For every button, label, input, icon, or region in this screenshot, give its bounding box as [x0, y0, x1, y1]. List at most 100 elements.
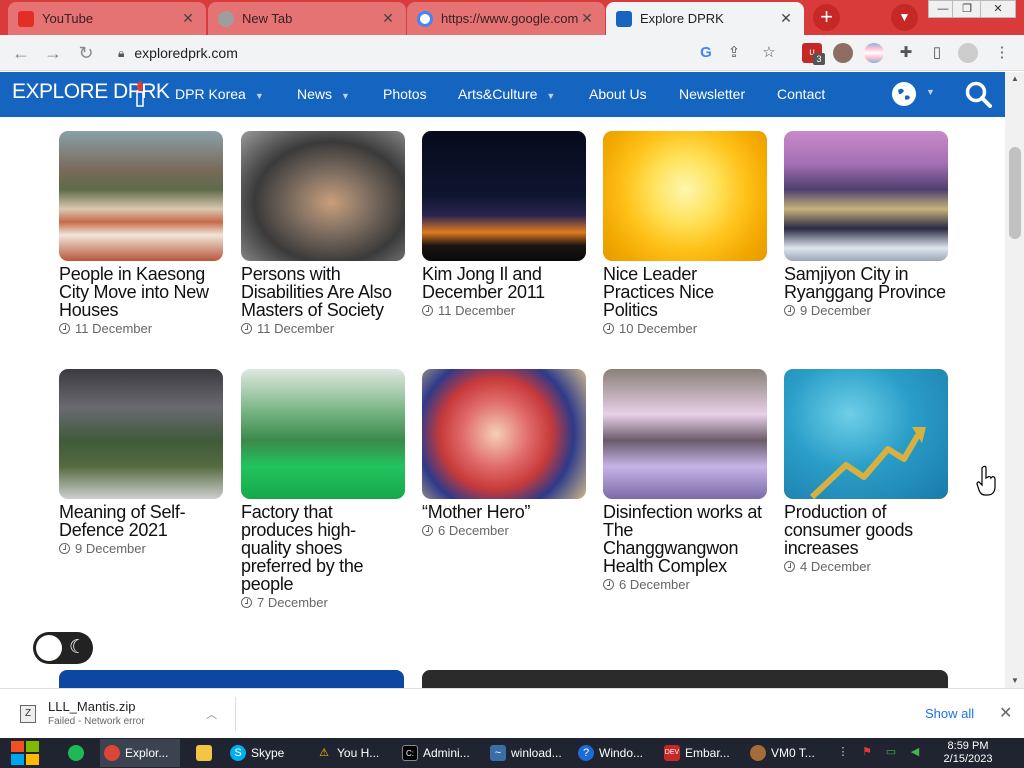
featured-block-dark[interactable] — [422, 670, 948, 688]
profile-extension-icon[interactable] — [833, 43, 853, 63]
article-card[interactable]: “Mother Hero” 6 December — [422, 369, 586, 538]
chevron-up-icon[interactable]: ︿ — [206, 706, 217, 722]
tray-overflow-icon[interactable]: ⋮ — [836, 745, 850, 759]
bookmark-star-icon[interactable]: ☆ — [759, 43, 779, 63]
article-thumbnail[interactable] — [603, 131, 767, 261]
nav-photos[interactable]: Photos — [383, 86, 427, 102]
reload-button[interactable]: ↻ — [74, 41, 98, 65]
forward-button[interactable]: → — [41, 41, 65, 65]
article-thumbnail[interactable] — [784, 369, 948, 499]
windows-start-icon[interactable] — [9, 738, 43, 768]
profile-avatar-icon[interactable] — [958, 43, 978, 63]
article-title[interactable]: Production of consumer goods increases — [784, 503, 948, 557]
chrome-menu-icon[interactable]: ⋮ — [992, 43, 1012, 63]
nav-newsletter[interactable]: Newsletter — [679, 86, 745, 102]
extensions-puzzle-icon[interactable]: ✚ — [896, 43, 916, 63]
article-title[interactable]: “Mother Hero” — [422, 503, 586, 521]
taskbar-embarcadero[interactable]: DEV Embar... — [660, 739, 742, 767]
maximize-button[interactable]: ❐ — [952, 0, 982, 18]
article-thumbnail[interactable] — [603, 369, 767, 499]
nav-contact[interactable]: Contact — [777, 86, 825, 102]
close-icon[interactable]: ✕ — [999, 703, 1012, 723]
article-card[interactable]: Persons with Disabilities Are Also Maste… — [241, 131, 405, 336]
featured-block-blue[interactable] — [59, 670, 404, 688]
article-card[interactable]: Meaning of Self-Defence 2021 9 December — [59, 369, 223, 556]
taskbar-winload[interactable]: ~ winload... — [486, 739, 570, 767]
article-title[interactable]: Nice Leader Practices Nice Politics — [603, 265, 767, 319]
network-tray-icon[interactable]: ▭ — [884, 745, 898, 759]
article-title[interactable]: Meaning of Self-Defence 2021 — [59, 503, 223, 539]
hand-cursor-icon — [976, 465, 996, 496]
article-card[interactable]: Nice Leader Practices Nice Politics 10 D… — [603, 131, 767, 336]
nav-news[interactable]: News ▼ — [297, 86, 350, 102]
flag-extension-icon[interactable] — [864, 43, 884, 63]
scroll-down-arrow-icon[interactable]: ▼ — [1009, 676, 1021, 685]
article-title[interactable]: Disinfection works at The Changgwangwon … — [603, 503, 767, 575]
scrollbar-thumb[interactable] — [1009, 147, 1021, 239]
volume-tray-icon[interactable]: ◀ — [908, 745, 922, 759]
dark-mode-toggle[interactable]: ☾ — [33, 632, 93, 664]
tab-explore-dprk[interactable]: Explore DPRK ✕ — [606, 2, 804, 35]
article-card[interactable]: Production of consumer goods increases 4… — [784, 369, 948, 574]
article-date: 11 December — [59, 321, 223, 336]
article-title[interactable]: Samjiyon City in Ryanggang Province — [784, 265, 948, 301]
article-title[interactable]: Kim Jong Il and December 2011 — [422, 265, 586, 301]
nav-arts-culture[interactable]: Arts&Culture ▼ — [458, 86, 555, 102]
taskbar-windows-help[interactable]: ? Windo... — [574, 739, 656, 767]
article-card[interactable]: Samjiyon City in Ryanggang Province 9 De… — [784, 131, 948, 318]
back-button[interactable]: ← — [9, 41, 33, 65]
download-filename[interactable]: LLL_Mantis.zip — [48, 699, 135, 714]
article-card[interactable]: Kim Jong Il and December 2011 11 Decembe… — [422, 131, 586, 318]
date-text: 9 December — [75, 541, 146, 556]
nav-dpr-korea[interactable]: DPR Korea ▼ — [175, 86, 264, 102]
date-text: 6 December — [619, 577, 690, 592]
tab-search-button[interactable]: ▼ — [891, 4, 918, 31]
article-title[interactable]: Persons with Disabilities Are Also Maste… — [241, 265, 405, 319]
article-title[interactable]: Factory that produces high-quality shoes… — [241, 503, 405, 593]
article-thumbnail[interactable] — [422, 131, 586, 261]
google-lens-icon[interactable]: G — [696, 43, 716, 63]
close-tab-icon[interactable]: ✕ — [180, 10, 196, 27]
taskbar-explorer[interactable] — [192, 739, 220, 767]
date-text: 6 December — [438, 523, 509, 538]
close-window-button[interactable]: ✕ — [980, 0, 1016, 18]
article-date: 9 December — [59, 541, 223, 556]
taskbar-warning[interactable]: ⚠ You H... — [312, 739, 394, 767]
tab-new-tab[interactable]: New Tab ✕ — [208, 2, 406, 35]
show-all-button[interactable]: Show all — [925, 706, 974, 721]
flag-tray-icon[interactable]: ⚑ — [860, 745, 874, 759]
close-tab-icon[interactable]: ✕ — [579, 10, 595, 27]
taskbar-vm[interactable]: VM0 T... — [746, 739, 830, 767]
article-thumbnail[interactable] — [241, 131, 405, 261]
close-tab-icon[interactable]: ✕ — [380, 10, 396, 27]
share-icon[interactable]: ⇪ — [724, 43, 744, 63]
nav-about-us[interactable]: About Us — [589, 86, 647, 102]
scroll-up-arrow-icon[interactable]: ▲ — [1009, 74, 1021, 83]
tab-google[interactable]: https://www.google.com ✕ — [407, 2, 605, 35]
clock-icon — [59, 543, 70, 554]
article-thumbnail[interactable] — [59, 369, 223, 499]
warning-icon: ⚠ — [319, 747, 329, 759]
article-thumbnail[interactable] — [784, 131, 948, 261]
article-thumbnail[interactable] — [59, 131, 223, 261]
globe-icon[interactable] — [892, 82, 916, 106]
article-title[interactable]: People in Kaesong City Move into New Hou… — [59, 265, 223, 319]
close-tab-icon[interactable]: ✕ — [778, 10, 794, 27]
side-panel-icon[interactable]: ▯ — [927, 43, 947, 63]
new-tab-button[interactable]: + — [813, 4, 840, 31]
taskbar-cmd[interactable]: C: Admini... — [398, 739, 482, 767]
url-text: exploredprk.com — [134, 45, 238, 61]
address-bar[interactable]: 🔒︎ exploredprk.com — [104, 38, 794, 68]
article-thumbnail[interactable] — [422, 369, 586, 499]
taskbar-chrome[interactable]: Explor... — [100, 739, 180, 767]
article-thumbnail[interactable] — [241, 369, 405, 499]
article-card[interactable]: Factory that produces high-quality shoes… — [241, 369, 405, 610]
search-icon[interactable] — [964, 80, 994, 110]
article-card[interactable]: People in Kaesong City Move into New Hou… — [59, 131, 223, 336]
taskbar-skype[interactable]: S Skype — [226, 739, 310, 767]
article-card[interactable]: Disinfection works at The Changgwangwon … — [603, 369, 767, 592]
taskbar-spotify[interactable] — [64, 739, 92, 767]
tab-youtube[interactable]: YouTube ✕ — [8, 2, 206, 35]
taskbar-clock[interactable]: 8:59 PM 2/15/2023 — [935, 740, 1001, 766]
help-icon: ? — [578, 745, 594, 761]
